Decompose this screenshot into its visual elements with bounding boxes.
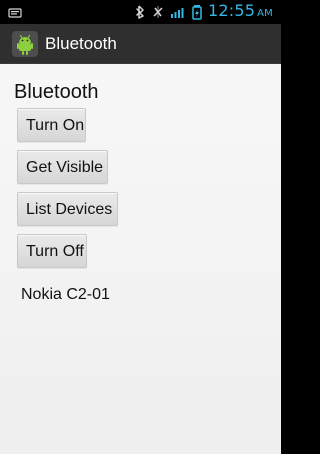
bluetooth-icon — [136, 5, 144, 19]
page-title: Bluetooth — [14, 81, 99, 103]
status-time: 12:55 AM — [208, 1, 273, 24]
turn-on-button[interactable]: Turn On — [17, 108, 86, 142]
battery-charging-icon — [192, 5, 202, 20]
status-time-ampm: AM — [257, 7, 273, 19]
android-app-icon — [12, 31, 38, 57]
screenshot-icon — [8, 8, 22, 18]
list-devices-button[interactable]: List Devices — [17, 192, 118, 226]
status-time-value: 12:55 — [208, 0, 256, 20]
status-right: 12:55 AM — [136, 1, 273, 24]
action-bar: Bluetooth — [0, 24, 281, 65]
android-robot-icon — [12, 31, 38, 57]
screen: 12:55AM Bluetooth Bluetooth Turn On Get — [0, 0, 281, 454]
app-title: Bluetooth — [45, 34, 117, 53]
status-bar: 12:55 AM — [0, 0, 281, 24]
device-list-item[interactable]: Nokia C2-01 — [21, 286, 110, 304]
airplane-mode-icon — [153, 6, 163, 18]
get-visible-button[interactable]: Get Visible — [17, 150, 108, 184]
signal-strength-icon — [171, 8, 184, 18]
turn-off-button[interactable]: Turn Off — [17, 234, 87, 268]
status-left — [8, 6, 22, 24]
